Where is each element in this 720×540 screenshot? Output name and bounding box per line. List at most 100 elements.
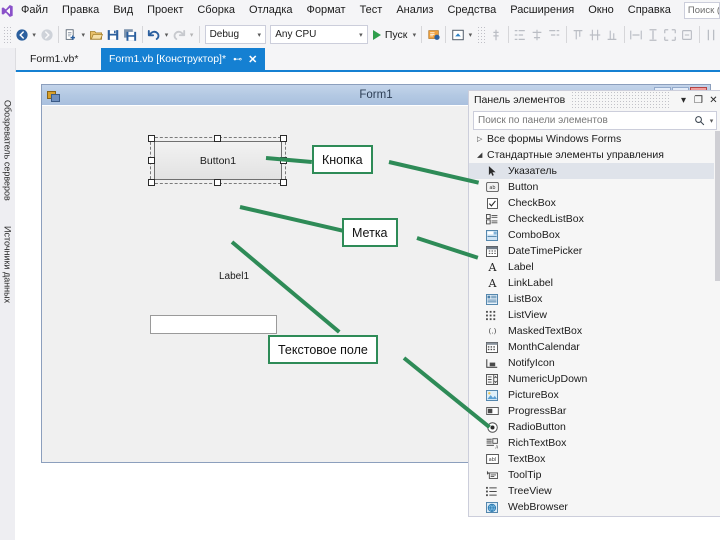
redo-dropdown-icon[interactable]: ▾	[188, 24, 196, 45]
chevron-down-icon[interactable]: ▾	[676, 91, 691, 109]
textbox-control-value	[151, 316, 276, 318]
toolbox-scrollbar-thumb[interactable]	[715, 131, 720, 281]
navigate-back-dropdown-icon[interactable]: ▾	[30, 24, 38, 45]
resize-handle-nw[interactable]	[148, 135, 155, 142]
align-centers-icon[interactable]	[529, 24, 546, 45]
toolbox-title: Панель элементов	[474, 94, 566, 106]
align-middles-icon[interactable]	[587, 24, 604, 45]
start-debugging-button[interactable]: Пуск	[370, 24, 411, 45]
solution-platform-select[interactable]: Any CPU ▾	[270, 25, 368, 44]
menu-item-help[interactable]: Справка	[621, 0, 678, 21]
resize-handle-w[interactable]	[148, 157, 155, 164]
menu-item-file[interactable]: Файл	[14, 0, 55, 21]
toolbox-scrollbar[interactable]	[714, 131, 720, 516]
tab-order-icon[interactable]	[679, 24, 696, 45]
new-project-icon[interactable]	[62, 24, 79, 45]
navigate-forward-icon[interactable]	[38, 24, 55, 45]
maximize-icon[interactable]: ❐	[691, 91, 706, 109]
redo-icon[interactable]	[171, 24, 188, 45]
horizontal-spacing-icon[interactable]	[703, 24, 720, 45]
toolbox-item-webbrowser[interactable]: WebBrowser	[469, 499, 720, 515]
solution-configuration-select[interactable]: Debug ▾	[204, 25, 267, 44]
toolbox-group-all-windows-forms[interactable]: ▷ Все формы Windows Forms	[469, 131, 720, 147]
menu-item-view[interactable]: Вид	[106, 0, 140, 21]
toolbox-item-checkedlistbox[interactable]: CheckedListBox	[469, 211, 720, 227]
tooltip-icon	[485, 469, 499, 482]
align-right-edges-icon[interactable]	[546, 24, 563, 45]
menu-item-test[interactable]: Тест	[353, 0, 390, 21]
menu-item-edit[interactable]: Правка	[55, 0, 106, 21]
tab-form1-vb[interactable]: Form1.vb*	[22, 48, 86, 70]
live-preview-icon[interactable]	[449, 24, 466, 45]
quick-launch-search-input[interactable]: Поиск (Ctrl+	[683, 2, 720, 19]
navigate-back-icon[interactable]	[13, 24, 30, 45]
undo-icon[interactable]	[145, 24, 162, 45]
toolbox-item-textbox[interactable]: abl TextBox	[469, 451, 720, 467]
toolbox-drag-grip[interactable]	[571, 91, 670, 109]
align-left-edges-icon[interactable]	[511, 24, 528, 45]
toolbox-item-numericupdown[interactable]: NumericUpDown	[469, 371, 720, 387]
align-lefts-icon[interactable]	[488, 24, 505, 45]
toolbox-item-listbox[interactable]: ListBox	[469, 291, 720, 307]
hot-reload-icon[interactable]	[425, 24, 442, 45]
close-icon[interactable]: ✕	[706, 91, 720, 109]
toolbox-item-combobox[interactable]: ComboBox	[469, 227, 720, 243]
resize-handle-se[interactable]	[280, 179, 287, 186]
menu-item-project[interactable]: Проект	[140, 0, 190, 21]
size-to-grid-icon[interactable]	[662, 24, 679, 45]
toolbox-group-common-controls[interactable]: ◢ Стандартные элементы управления	[469, 147, 720, 163]
save-all-icon[interactable]	[121, 24, 138, 45]
pin-icon[interactable]: ⊷	[233, 54, 242, 65]
tab-form1-vb-designer[interactable]: Form1.vb [Конструктор]* ⊷ ✕	[101, 48, 266, 70]
toolbox-item-monthcalendar[interactable]: MonthCalendar	[469, 339, 720, 355]
toolbox-search-input[interactable]: Поиск по панели элементов ▾	[473, 111, 717, 130]
toolbox-item-label[interactable]: A Label	[469, 259, 720, 275]
toolbox-item-listview[interactable]: ListView	[469, 307, 720, 323]
sidebar-item-server-explorer[interactable]: Обозреватель серверов	[0, 100, 15, 218]
menu-item-build[interactable]: Сборка	[190, 0, 242, 21]
toolbox-item-list[interactable]: ▷ Все формы Windows Forms ◢ Стандартные …	[469, 131, 720, 516]
menu-item-debug[interactable]: Отладка	[242, 0, 299, 21]
toolbox-item-linklabel[interactable]: A LinkLabel	[469, 275, 720, 291]
open-file-icon[interactable]	[87, 24, 104, 45]
toolbox-item-maskedtextbox[interactable]: (.) MaskedTextBox	[469, 323, 720, 339]
sidebar-item-data-sources[interactable]: Источники данных	[0, 226, 15, 326]
resize-handle-n[interactable]	[214, 135, 221, 142]
resize-handle-ne[interactable]	[280, 135, 287, 142]
menu-item-format[interactable]: Формат	[300, 0, 353, 21]
start-debugging-dropdown-icon[interactable]: ▾	[410, 24, 418, 45]
toolbox-item-radiobutton[interactable]: RadioButton	[469, 419, 720, 435]
toolbox-item-datetimepicker[interactable]: DateTimePicker	[469, 243, 720, 259]
menu-item-tools[interactable]: Средства	[440, 0, 503, 21]
make-same-height-icon[interactable]	[645, 24, 662, 45]
toolbox-item-picturebox[interactable]: PictureBox	[469, 387, 720, 403]
toolbox-item-label: CheckedListBox	[508, 213, 584, 225]
resize-handle-s[interactable]	[214, 179, 221, 186]
resize-handle-sw[interactable]	[148, 179, 155, 186]
toolbox-item-button[interactable]: ab Button	[469, 179, 720, 195]
menu-item-analyze[interactable]: Анализ	[389, 0, 440, 21]
toolbar-grip[interactable]	[3, 25, 12, 44]
new-project-dropdown-icon[interactable]: ▾	[79, 24, 87, 45]
make-same-width-icon[interactable]	[628, 24, 645, 45]
undo-dropdown-icon[interactable]: ▾	[162, 24, 170, 45]
menu-item-window[interactable]: Окно	[581, 0, 621, 21]
align-bottoms-icon[interactable]	[604, 24, 621, 45]
toolbox-item-richtextbox[interactable]: A RichTextBox	[469, 435, 720, 451]
chevron-down-icon[interactable]: ▾	[707, 117, 716, 125]
menu-item-extensions[interactable]: Расширения	[503, 0, 581, 21]
toolbox-item-pointer[interactable]: Указатель	[469, 163, 720, 179]
toolbar-grip-secondary[interactable]	[477, 25, 486, 44]
toolbox-item-notifyicon[interactable]: NotifyIcon	[469, 355, 720, 371]
toolbox-item-tooltip[interactable]: ToolTip	[469, 467, 720, 483]
main-toolbar: ▾ ▾ ▾ ▾ Debug ▾ Any CPU ▾ Пуск ▾ ▾	[0, 21, 720, 49]
toolbox-item-progressbar[interactable]: ProgressBar	[469, 403, 720, 419]
toolbar-overflow-icon[interactable]: ▾	[466, 24, 474, 45]
save-icon[interactable]	[104, 24, 121, 45]
toolbox-item-treeview[interactable]: TreeView	[469, 483, 720, 499]
close-icon[interactable]: ✕	[248, 53, 257, 66]
textbox-control[interactable]	[150, 315, 277, 334]
label-control[interactable]: Label1	[219, 271, 249, 282]
toolbox-item-checkbox[interactable]: CheckBox	[469, 195, 720, 211]
align-tops-icon[interactable]	[570, 24, 587, 45]
